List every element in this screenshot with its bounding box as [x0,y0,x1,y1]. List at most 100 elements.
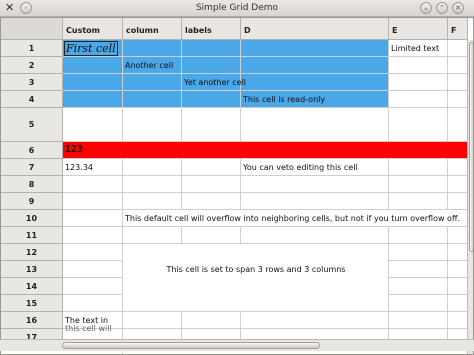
grid-row-red[interactable] [63,142,468,159]
grid-cell[interactable] [182,227,241,244]
grid-cell[interactable] [389,108,448,142]
grid-cell[interactable] [123,193,182,210]
row-header[interactable]: 16 [1,312,63,329]
grid-cell[interactable] [241,40,389,57]
grid-cell[interactable] [448,261,468,278]
grid-cell[interactable] [182,91,241,108]
grid-cell[interactable] [182,108,241,142]
cell-overflow-text[interactable]: This default cell will overflow into nei… [125,214,466,226]
grid-cell[interactable] [241,57,389,74]
grid-cell[interactable] [182,193,241,210]
grid-cell[interactable] [63,227,123,244]
grid-cell[interactable] [448,278,468,295]
grid-corner[interactable] [1,18,63,40]
grid-cell[interactable] [63,261,123,278]
grid-cell[interactable] [123,312,182,329]
row-header[interactable]: 4 [1,91,63,108]
row-header[interactable]: 10 [1,210,63,227]
grid-cell[interactable] [448,159,468,176]
row-header[interactable]: 11 [1,227,63,244]
column-header-f[interactable]: F [448,18,468,40]
grid-cell[interactable] [389,176,448,193]
maximize-button[interactable]: ⌃ [436,2,448,14]
row-header[interactable]: 15 [1,295,63,312]
grid-cell[interactable] [123,176,182,193]
row-header[interactable]: 3 [1,74,63,91]
grid-cell[interactable] [389,57,448,74]
grid-cell[interactable] [182,57,241,74]
grid-cell[interactable] [123,74,182,91]
grid-cell[interactable] [389,193,448,210]
grid-cell[interactable] [241,227,389,244]
column-header-e[interactable]: E [389,18,448,40]
grid-cell[interactable] [389,278,448,295]
grid-cell[interactable] [448,108,468,142]
grid-cell[interactable] [389,261,448,278]
grid-cell[interactable] [389,227,448,244]
grid-cell[interactable] [63,74,123,91]
grid-cell[interactable] [448,91,468,108]
grid-cell[interactable] [241,193,389,210]
grid-cell-span[interactable] [123,244,389,312]
grid-cell[interactable] [389,244,448,261]
grid-cell[interactable] [182,312,241,329]
grid-cell[interactable] [63,295,123,312]
grid-cell[interactable] [123,108,182,142]
grid-cell[interactable] [448,176,468,193]
grid-cell[interactable] [123,227,182,244]
row-header[interactable]: 12 [1,244,63,261]
cell-float-value[interactable]: 123.34 [65,163,93,172]
grid-cell[interactable] [448,193,468,210]
grid-cell[interactable] [123,40,182,57]
grid-cell[interactable] [123,159,182,176]
row-header[interactable]: 2 [1,57,63,74]
column-header-d[interactable]: D [241,18,389,40]
grid-cell[interactable] [448,40,468,57]
grid-cell[interactable] [241,108,389,142]
grid-cell[interactable] [63,57,123,74]
vertical-scroll-thumb[interactable] [469,42,473,252]
grid-cell[interactable] [63,176,123,193]
grid-cell[interactable] [63,91,123,108]
horizontal-scroll-thumb[interactable] [62,342,320,349]
row-header[interactable]: 5 [1,108,63,142]
cell-span-text[interactable]: This cell is set to span 3 rows and 3 co… [123,265,389,274]
grid-cell[interactable] [389,91,448,108]
grid-cell[interactable] [241,312,389,329]
minimize-button[interactable]: ⌄ [420,2,432,14]
grid-cell[interactable] [448,74,468,91]
column-header-custom[interactable]: Custom [63,18,123,40]
cell-yet-another-cell[interactable]: Yet another cell [184,78,246,87]
grid-cell[interactable] [389,74,448,91]
column-header-labels[interactable]: labels [182,18,241,40]
grid-cell[interactable] [63,210,123,227]
cell-another-cell[interactable]: Another cell [125,61,173,70]
grid-cell[interactable] [448,244,468,261]
grid-cell[interactable] [241,176,389,193]
grid[interactable]: Custom column labels D E F 1 2 3 4 5 6 7… [0,17,474,355]
row-header[interactable]: 9 [1,193,63,210]
grid-cell[interactable] [123,91,182,108]
close-button[interactable]: ✕ [452,2,464,14]
grid-cell[interactable] [448,295,468,312]
horizontal-scrollbar[interactable] [0,339,474,351]
grid-cell[interactable] [241,74,389,91]
grid-cell[interactable] [63,193,123,210]
cell-first-cell[interactable]: First cell [64,41,118,56]
grid-cell[interactable] [182,40,241,57]
grid-cell[interactable] [63,244,123,261]
cell-red-123[interactable]: 123 [65,144,83,155]
row-header[interactable]: 14 [1,278,63,295]
grid-cell[interactable] [389,159,448,176]
cell-wrapped-text-line2[interactable]: this cell will [65,324,112,333]
grid-cell[interactable] [63,278,123,295]
grid-cell[interactable] [448,57,468,74]
row-header[interactable]: 13 [1,261,63,278]
column-header-column[interactable]: column [123,18,182,40]
grid-cell[interactable] [389,312,448,329]
row-header[interactable]: 1 [1,40,63,57]
grid-cell[interactable] [63,108,123,142]
grid-cell[interactable] [448,312,468,329]
grid-cell[interactable] [448,227,468,244]
vertical-scrollbar[interactable] [467,40,473,354]
